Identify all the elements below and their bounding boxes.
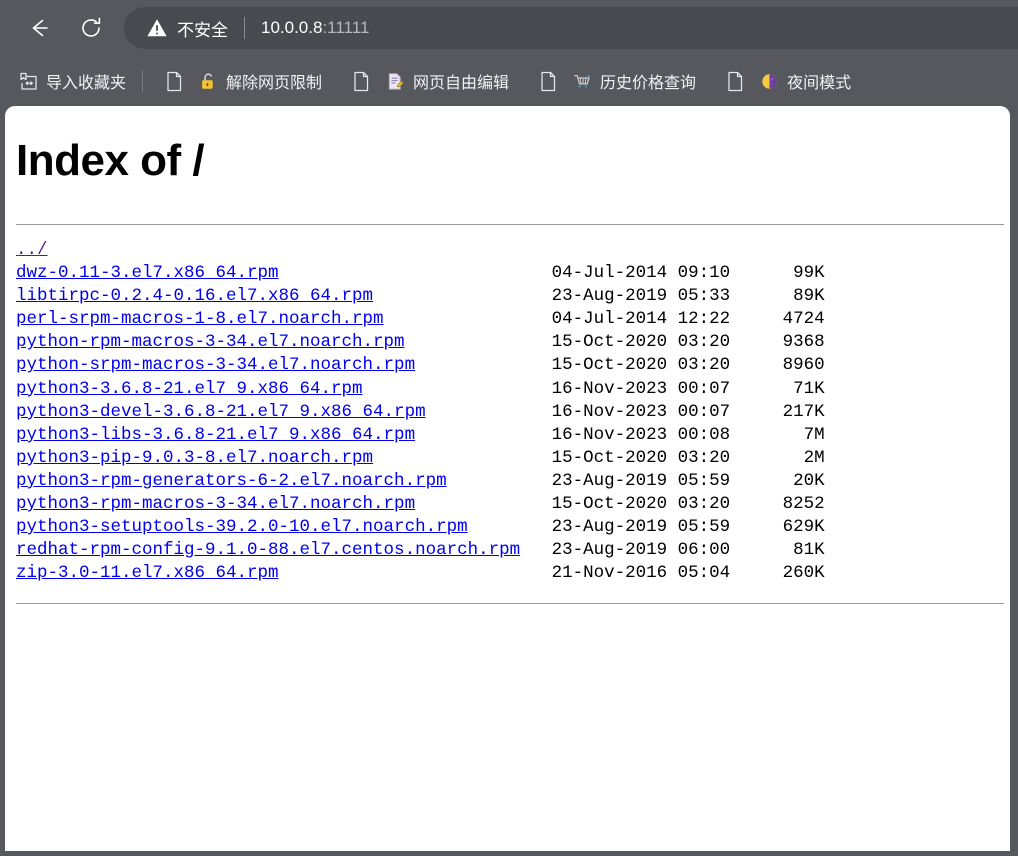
page-title: Index of / [16, 136, 205, 185]
file-link[interactable]: python3-libs-3.6.8-21.el7_9.x86_64.rpm [16, 425, 415, 445]
file-meta: 15-Oct-2020 03:20 9368 [404, 332, 825, 353]
file-link[interactable]: perl-srpm-macros-1-8.el7.noarch.rpm [16, 309, 384, 329]
back-arrow-icon [26, 15, 52, 41]
directory-listing: ../ dwz-0.11-3.el7.x86_64.rpm 04-Jul-201… [5, 225, 1010, 585]
omnibox-divider [244, 17, 245, 39]
document-icon [537, 70, 559, 92]
file-meta: 21-Nov-2016 05:04 260K [278, 563, 825, 584]
file-link[interactable]: python3-3.6.8-21.el7_9.x86_64.rpm [16, 379, 363, 399]
file-link[interactable]: python3-rpm-generators-6-2.el7.noarch.rp… [16, 471, 447, 491]
bookmarks-divider [142, 70, 144, 92]
file-link[interactable]: zip-3.0-11.el7.x86_64.rpm [16, 563, 279, 583]
file-meta: 15-Oct-2020 03:20 8252 [415, 494, 825, 515]
document-icon [350, 70, 372, 92]
file-link[interactable]: redhat-rpm-config-9.1.0-88.el7.centos.no… [16, 540, 520, 560]
browser-window: 不安全 10.0.0.8:11111 导入收藏夹 解除网页限制 网页自由编辑 历… [0, 0, 1018, 856]
bookmark-label: 解除网页限制 [226, 75, 323, 92]
file-meta: 23-Aug-2019 05:59 20K [446, 470, 825, 491]
bookmarks-bar: 导入收藏夹 解除网页限制 网页自由编辑 历史价格查询 夜间模式 [0, 56, 1018, 106]
file-link[interactable]: libtirpc-0.2.4-0.16.el7.x86_64.rpm [16, 286, 373, 306]
file-meta: 15-Oct-2020 03:20 8960 [415, 355, 825, 376]
file-meta: 23-Aug-2019 06:00 81K [520, 540, 825, 561]
edit-document-icon [384, 70, 406, 92]
footer-divider [16, 603, 1004, 605]
document-icon [163, 70, 185, 92]
url-text: 10.0.0.8:11111 [261, 18, 369, 38]
directory-index-page: Index of / ../ dwz-0.11-3.el7.x86_64.rpm… [5, 106, 1010, 851]
file-meta: 23-Aug-2019 05:59 629K [467, 517, 825, 538]
url-host: 10.0.0.8 [261, 18, 323, 37]
bookmark-free-edit-page[interactable]: 网页自由编辑 [339, 64, 516, 98]
bookmark-label: 夜间模式 [787, 75, 852, 92]
moon-icon [758, 70, 780, 92]
import-bookmarks-icon [17, 70, 39, 92]
bookmark-unblock-page[interactable]: 解除网页限制 [152, 64, 329, 98]
parent-directory-link[interactable]: ../ [16, 240, 48, 260]
bookmark-label: 网页自由编辑 [413, 75, 510, 92]
bookmark-label: 历史价格查询 [600, 75, 697, 92]
bookmark-night-mode[interactable]: 夜间模式 [713, 64, 858, 98]
file-meta: 16-Nov-2023 00:07 71K [362, 378, 825, 399]
warning-triangle-icon [146, 17, 168, 39]
document-icon [724, 70, 746, 92]
file-meta: 16-Nov-2023 00:08 7M [415, 424, 825, 445]
security-status-label: 不安全 [177, 20, 228, 40]
page-viewport: Index of / ../ dwz-0.11-3.el7.x86_64.rpm… [5, 106, 1010, 851]
reload-icon [78, 15, 104, 41]
file-meta: 23-Aug-2019 05:33 89K [373, 286, 825, 307]
bookmark-import-favorites[interactable]: 导入收藏夹 [10, 64, 133, 98]
file-link[interactable]: python3-rpm-macros-3-34.el7.noarch.rpm [16, 494, 415, 514]
file-link[interactable]: python3-pip-9.0.3-8.el7.noarch.rpm [16, 448, 373, 468]
reload-button[interactable] [74, 11, 108, 45]
file-meta: 15-Oct-2020 03:20 2M [373, 447, 825, 468]
shopping-cart-icon [571, 70, 593, 92]
file-link[interactable]: python3-setuptools-39.2.0-10.el7.noarch.… [16, 517, 468, 537]
browser-toolbar: 不安全 10.0.0.8:11111 [0, 0, 1018, 56]
file-link[interactable]: python3-devel-3.6.8-21.el7_9.x86_64.rpm [16, 402, 426, 422]
file-link[interactable]: dwz-0.11-3.el7.x86_64.rpm [16, 263, 279, 283]
file-link[interactable]: python-srpm-macros-3-34.el7.noarch.rpm [16, 355, 415, 375]
bookmark-price-history[interactable]: 历史价格查询 [526, 64, 703, 98]
back-button[interactable] [22, 11, 56, 45]
file-meta: 16-Nov-2023 00:07 217K [425, 401, 825, 422]
file-meta: 04-Jul-2014 09:10 99K [278, 263, 825, 284]
address-bar[interactable]: 不安全 10.0.0.8:11111 [124, 7, 1018, 49]
file-meta: 04-Jul-2014 12:22 4724 [383, 309, 825, 330]
file-link[interactable]: python-rpm-macros-3-34.el7.noarch.rpm [16, 332, 405, 352]
bookmark-label: 导入收藏夹 [46, 75, 127, 92]
url-port: :11111 [322, 18, 370, 37]
unlock-icon [197, 70, 219, 92]
